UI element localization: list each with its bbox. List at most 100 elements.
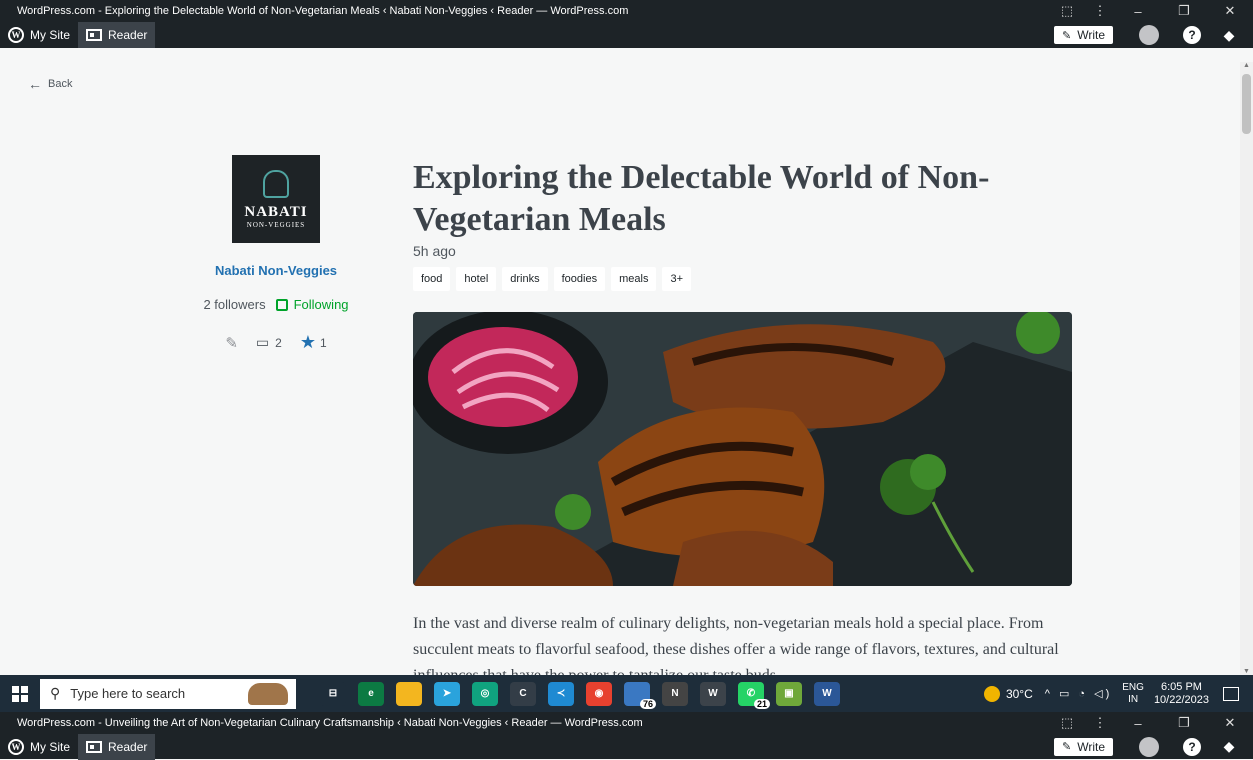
scroll-up-icon[interactable]: ▲	[1240, 62, 1253, 69]
user-avatar[interactable]	[1139, 736, 1159, 757]
minimize-button[interactable]: –	[1115, 716, 1161, 731]
app-glyph: C	[519, 688, 527, 699]
menu-icon[interactable]: ⋮	[1085, 715, 1115, 731]
app-glyph: ✆	[746, 688, 756, 699]
tag-drinks[interactable]: drinks	[502, 267, 548, 291]
reader-content: ← Back NABATI NON-VEGGIES Nabati Non-Veg…	[0, 62, 1240, 675]
featured-image	[413, 312, 1072, 586]
app-c-icon[interactable]: C	[510, 681, 536, 706]
app-76-icon[interactable]: 76	[624, 681, 656, 709]
post-title[interactable]: Exploring the Delectable World of Non-Ve…	[413, 157, 1093, 241]
pen-icon: ✎	[1062, 29, 1072, 42]
back-link[interactable]: ← Back	[28, 76, 72, 92]
user-avatar[interactable]	[1139, 25, 1159, 45]
lang-primary: ENG	[1122, 681, 1144, 693]
like-button[interactable]: ★ 1	[300, 332, 327, 353]
reader-label: Reader	[108, 28, 148, 42]
second-browser-title-bar: WordPress.com - Unveiling the Art of Non…	[0, 712, 1253, 734]
post-excerpt: In the vast and diverse realm of culinar…	[413, 615, 1059, 675]
write-button[interactable]: ✎ Write	[1054, 26, 1113, 44]
search-placeholder: Type here to search	[70, 686, 186, 701]
app-glyph: ◉	[594, 688, 604, 699]
comment-icon: ▭	[255, 334, 270, 350]
search-icon: ⚲	[50, 685, 61, 701]
scrollbar-thumb[interactable]	[1242, 74, 1251, 134]
menu-icon[interactable]: ⋮	[1085, 3, 1115, 19]
post-time: 5h ago	[413, 243, 456, 259]
restore-button[interactable]: ❐	[1161, 3, 1207, 19]
notifications-bell-icon[interactable]: ◆	[1221, 27, 1237, 43]
taskbar-search[interactable]: ⚲ Type here to search	[40, 678, 296, 709]
reader-label: Reader	[108, 739, 148, 754]
second-window-title: WordPress.com - Unveiling the Art of Non…	[17, 717, 643, 729]
scroll-down-icon[interactable]: ▼	[1240, 668, 1253, 675]
weather-sun-icon	[983, 685, 1000, 702]
my-site-label: My Site	[30, 28, 71, 42]
following-label: Following	[293, 297, 349, 312]
notifications-icon[interactable]	[1223, 686, 1239, 701]
pinned-apps: ⊟ e ➤ ◎ C ≺ ◉ 76 N W ✆ 21 ▣ W	[314, 681, 846, 709]
photos-icon[interactable]: ▣	[776, 681, 802, 706]
notifications-bell-icon[interactable]: ◆	[1221, 738, 1237, 755]
close-button[interactable]: ✕	[1207, 3, 1253, 19]
reader-button[interactable]: Reader	[78, 22, 156, 48]
tag-meals[interactable]: meals	[611, 267, 657, 291]
app-glyph: e	[368, 688, 374, 699]
chatgpt-icon[interactable]: ◎	[472, 681, 498, 706]
task-view-icon[interactable]: ⊟	[320, 681, 346, 706]
browser-title-bar: WordPress.com - Exploring the Delectable…	[0, 0, 1253, 22]
following-button[interactable]: Following	[275, 297, 349, 312]
tag-food[interactable]: food	[413, 267, 451, 291]
minimize-button[interactable]: –	[1115, 4, 1161, 19]
app-glyph: ◎	[480, 688, 490, 699]
clock[interactable]: 6:05 PM 10/22/2023	[1154, 681, 1209, 707]
edit-pencil-icon[interactable]: ✎	[225, 334, 238, 352]
help-icon[interactable]: ?	[1183, 26, 1201, 44]
close-button[interactable]: ✕	[1207, 715, 1253, 731]
chrome-icon[interactable]: ◉	[586, 681, 612, 706]
start-button[interactable]	[0, 675, 40, 712]
word-icon[interactable]: W	[814, 681, 840, 706]
app-glyph: ⊟	[328, 688, 338, 699]
reader-icon	[86, 740, 103, 753]
reader-button[interactable]: Reader	[78, 733, 156, 760]
vscode-icon[interactable]: ≺	[548, 681, 574, 706]
language-indicator[interactable]: ENG IN	[1122, 682, 1144, 706]
search-highlight-icon	[248, 682, 288, 705]
app-glyph: W	[708, 688, 718, 699]
tray-icons[interactable]: ^ ▭ ◔ ◁)	[1045, 687, 1113, 700]
logo-title: NABATI	[244, 203, 308, 220]
my-site-button[interactable]: W My Site	[0, 734, 78, 760]
weather-temp: 30°C	[1005, 686, 1033, 701]
wp-admin-bar: W My Site Reader ✎ Write ? ◆	[0, 22, 1253, 48]
notion-icon[interactable]: N	[662, 681, 688, 706]
wordpress-icon[interactable]: W	[700, 681, 726, 706]
extensions-icon[interactable]: ⬚	[1049, 3, 1085, 19]
extensions-icon[interactable]: ⬚	[1049, 715, 1085, 731]
my-site-button[interactable]: W My Site	[0, 22, 78, 48]
reader-follow-icon	[275, 298, 288, 311]
weather-widget[interactable]: 30°C	[983, 685, 1033, 702]
write-button[interactable]: ✎ Write	[1054, 737, 1113, 756]
restore-button[interactable]: ❐	[1161, 715, 1207, 731]
page-scrollbar[interactable]: ▲ ▼	[1240, 62, 1253, 675]
post-actions: ✎ ▭ 2 ★ 1	[176, 332, 376, 353]
write-label: Write	[1077, 739, 1105, 754]
lang-secondary: IN	[1128, 693, 1139, 705]
site-name-link[interactable]: Nabati Non-Veggies	[176, 263, 376, 278]
whatsapp-icon[interactable]: ✆ 21	[738, 681, 770, 709]
edge-icon[interactable]: e	[358, 681, 384, 706]
reader-icon	[86, 29, 103, 41]
pen-icon: ✎	[1062, 741, 1072, 753]
help-icon[interactable]: ?	[1183, 737, 1201, 756]
site-logo[interactable]: NABATI NON-VEGGIES	[232, 155, 320, 243]
file-explorer-icon[interactable]	[396, 681, 422, 706]
tag-foodies[interactable]: foodies	[553, 267, 606, 291]
comments-button[interactable]: ▭ 2	[256, 334, 282, 351]
app-glyph: N	[671, 688, 679, 699]
tag-hotel[interactable]: hotel	[456, 267, 497, 291]
telegram-icon[interactable]: ➤	[434, 681, 460, 706]
app-glyph: ▣	[784, 688, 794, 699]
tag-more[interactable]: 3+	[662, 267, 691, 291]
likes-count: 1	[319, 335, 327, 350]
